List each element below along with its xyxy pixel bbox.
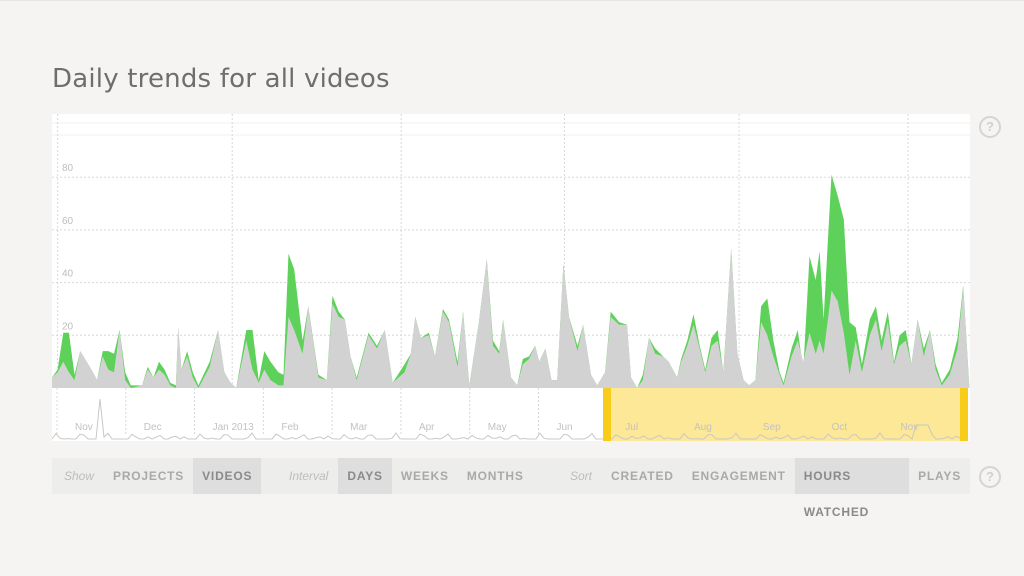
y-tick-label: 20 (62, 321, 74, 332)
interval-weeks-button[interactable]: WEEKS (392, 458, 458, 494)
sort-created-button[interactable]: CREATED (602, 458, 683, 494)
sort-label: Sort (570, 469, 593, 483)
navigator-month-label: Apr (419, 422, 435, 433)
navigator-month-label: Nov (75, 422, 93, 433)
sort-group: Sort CREATED ENGAGEMENT HOURS WATCHED PL… (570, 458, 970, 519)
interval-group: Interval DAYS WEEKS MONTHS (289, 458, 533, 494)
navigator-month-label: Aug (694, 422, 712, 433)
y-tick-label: 60 (62, 216, 74, 227)
navigator-month-label: Jul (625, 422, 638, 433)
chart-controls-bar: Show PROJECTS VIDEOS Interval DAYS WEEKS… (52, 458, 970, 519)
navigator-right-handle[interactable] (960, 388, 968, 441)
show-projects-button[interactable]: PROJECTS (104, 458, 193, 494)
show-label: Show (64, 469, 95, 483)
navigator-month-label: Sep (763, 422, 781, 433)
navigator-month-label: Jan 2013 (213, 422, 255, 433)
navigator-month-label: Jun (557, 422, 573, 433)
show-group: Show PROJECTS VIDEOS (64, 458, 262, 494)
navigator-month-label: Nov (900, 422, 918, 433)
chart-help-icon[interactable]: ? (979, 116, 1001, 138)
controls-help-icon[interactable]: ? (979, 466, 1001, 488)
navigator-month-label: De (969, 422, 970, 433)
navigator-month-label: May (488, 422, 507, 433)
trend-chart-svg: 20 40 60 80 Nov Dec Jan 2013 Feb Mar Apr May Jun Ju… (52, 114, 970, 441)
sort-plays-button[interactable]: PLAYS (909, 458, 970, 494)
trend-chart: 20 40 60 80 Nov Dec Jan 2013 Feb Mar Apr May Jun Ju… (52, 114, 970, 441)
y-tick-labels: 20 40 60 80 (62, 163, 74, 332)
interval-days-button[interactable]: DAYS (338, 458, 392, 494)
navigator-month-label: Mar (350, 422, 368, 433)
y-tick-label: 80 (62, 163, 74, 174)
navigator-month-label: Oct (832, 422, 848, 433)
area-layer (52, 174, 970, 388)
sort-hours-watched-button[interactable]: HOURS WATCHED (794, 458, 910, 519)
navigator-month-label: Dec (144, 422, 162, 433)
show-videos-button[interactable]: VIDEOS (193, 458, 262, 494)
interval-months-button[interactable]: MONTHS (458, 458, 533, 494)
page-title: Daily trends for all videos (52, 64, 390, 94)
sort-engagement-button[interactable]: ENGAGEMENT (683, 458, 795, 494)
y-tick-label: 40 (62, 269, 74, 280)
range-navigator[interactable]: Nov Dec Jan 2013 Feb Mar Apr May Jun Jul Aug Sep Oc… (52, 388, 970, 441)
navigator-left-handle[interactable] (603, 388, 611, 441)
navigator-month-label: Feb (281, 422, 299, 433)
interval-label: Interval (289, 469, 329, 483)
